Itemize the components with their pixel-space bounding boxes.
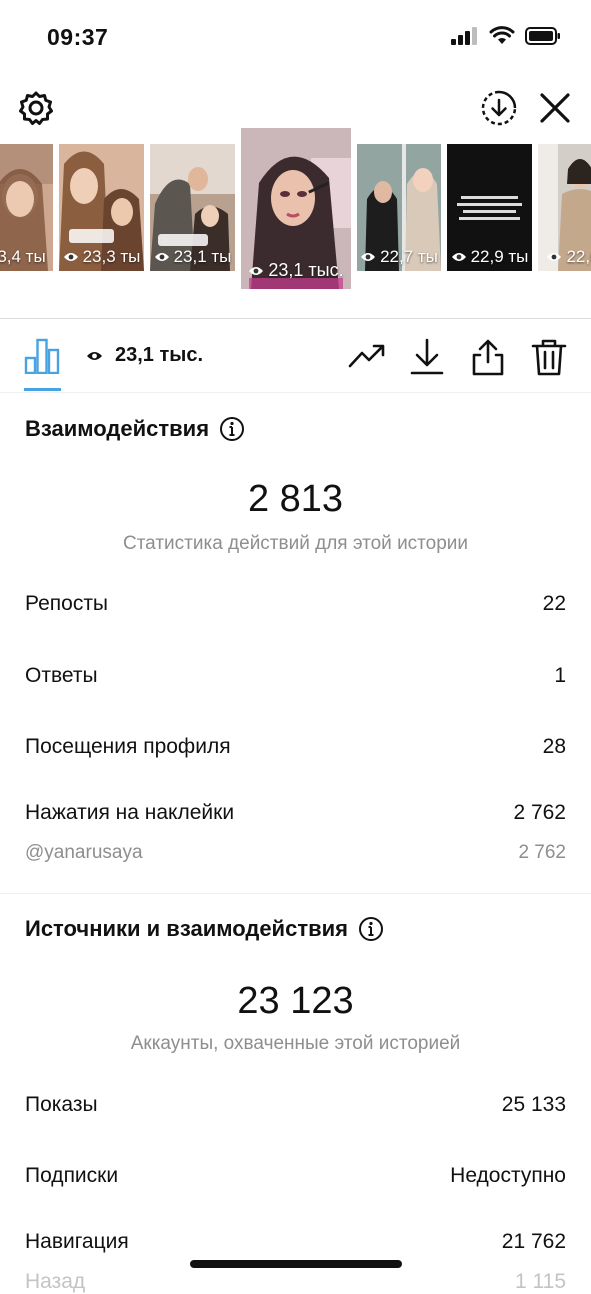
metric-label: Репосты xyxy=(25,592,109,615)
metric-row-profile-visits: Посещения профиля 28 xyxy=(25,735,566,759)
metric-value: 22 xyxy=(542,592,566,615)
story-thumbnails-strip[interactable]: 3,4 ты 23,3 ты 23,1 ты 23,1 тыс. 22,7 ты… xyxy=(0,128,591,318)
story-views: 23,3 ты xyxy=(59,247,144,267)
story-views-count: 23,1 тыс. xyxy=(268,260,344,280)
story-views-count: 3,4 ты xyxy=(0,247,46,266)
story-views: 22,6 xyxy=(538,247,591,267)
metric-row-reposts: Репосты 22 xyxy=(25,592,566,616)
selected-story-pointer xyxy=(286,304,314,318)
sticker-mention-value: 2 762 xyxy=(518,842,566,863)
divider xyxy=(0,392,591,393)
story-views: 22,7 ты xyxy=(357,247,441,267)
story-views: 23,1 ты xyxy=(150,247,235,267)
info-icon[interactable] xyxy=(358,916,384,942)
story-thumbnail[interactable]: 22,9 ты xyxy=(447,144,532,271)
cellular-signal-icon xyxy=(451,26,477,45)
story-thumbnail[interactable]: 23,3 ты xyxy=(59,144,144,271)
section-title-text: Взаимодействия xyxy=(25,416,210,441)
metric-value: 1 xyxy=(554,664,566,687)
story-thumbnail[interactable]: 23,1 ты xyxy=(150,144,235,271)
eye-icon xyxy=(361,253,376,261)
story-insights-header xyxy=(0,76,591,136)
metric-value: 1 115 xyxy=(515,1270,566,1293)
story-views-count: 22,6 xyxy=(566,247,591,266)
trash-icon[interactable] xyxy=(531,338,567,376)
battery-icon xyxy=(525,26,560,45)
metric-value: 2 762 xyxy=(513,801,566,824)
metric-value: Недоступно xyxy=(450,1164,566,1187)
story-views: 3,4 ты xyxy=(0,247,53,267)
status-bar: 09:37 xyxy=(0,0,591,76)
home-indicator[interactable] xyxy=(190,1260,402,1268)
story-thumbnail[interactable]: 22,7 ты xyxy=(357,144,441,271)
eye-icon xyxy=(154,253,169,261)
divider xyxy=(0,318,591,319)
close-icon[interactable] xyxy=(537,90,573,126)
eye-icon xyxy=(249,266,264,275)
metric-label: Нажатия на наклейки xyxy=(25,801,235,824)
story-views: 23,1 тыс. xyxy=(241,260,351,281)
metric-label: Назад xyxy=(25,1270,86,1293)
story-views-summary: 23,1 тыс. xyxy=(86,344,203,367)
metric-label: Ответы xyxy=(25,664,98,687)
story-thumbnail[interactable]: 22,6 xyxy=(538,144,591,271)
metric-row-sticker-mention[interactable]: @yanarusaya 2 762 xyxy=(25,842,566,864)
eye-icon xyxy=(451,253,466,261)
download-circle-icon[interactable] xyxy=(480,89,518,127)
metric-label: Навигация xyxy=(25,1230,129,1253)
story-views-count: 22,9 ты xyxy=(470,247,529,266)
story-thumbnail-selected[interactable]: 23,1 тыс. xyxy=(241,128,351,289)
metric-row-impressions: Показы 25 133 xyxy=(25,1093,566,1117)
discovery-section-title: Источники и взаимодействия xyxy=(25,916,384,942)
eye-icon xyxy=(547,253,562,261)
metric-value: 21 762 xyxy=(501,1230,566,1253)
interactions-total: 2 813 xyxy=(247,478,344,520)
share-icon[interactable] xyxy=(470,338,506,376)
metric-row-sticker-taps: Нажатия на наклейки 2 762 xyxy=(25,801,566,825)
metric-row-replies: Ответы 1 xyxy=(25,664,566,688)
views-count: 23,1 тыс. xyxy=(115,344,204,366)
metric-label: Подписки xyxy=(25,1164,119,1187)
accounts-reached-total: 23 123 xyxy=(237,980,354,1022)
story-views-count: 22,7 ты xyxy=(380,247,438,266)
metric-label: Посещения профиля xyxy=(25,735,231,758)
metric-label: Показы xyxy=(25,1093,98,1116)
bar-chart-icon[interactable] xyxy=(24,338,60,374)
metric-value: 25 133 xyxy=(501,1093,566,1116)
interactions-total-caption: Статистика действий для этой истории xyxy=(122,533,469,554)
story-views-count: 23,3 ты xyxy=(82,247,141,266)
accounts-reached-caption: Аккаунты, охваченные этой историей xyxy=(130,1033,461,1054)
wifi-icon xyxy=(489,26,515,44)
insights-toolbar: 23,1 тыс. xyxy=(0,320,591,392)
metric-value: 28 xyxy=(542,735,566,758)
metric-row-back-cut-off: Назад 1 115 xyxy=(25,1270,566,1294)
story-views: 22,9 ты xyxy=(447,247,532,267)
download-icon[interactable] xyxy=(409,338,445,376)
status-time: 09:37 xyxy=(47,24,109,50)
metric-row-navigation: Навигация 21 762 xyxy=(25,1230,566,1254)
active-tab-indicator xyxy=(24,388,61,391)
metric-row-follows: Подписки Недоступно xyxy=(25,1164,566,1188)
status-icons xyxy=(451,26,561,45)
info-icon[interactable] xyxy=(219,416,245,442)
section-title-text: Источники и взаимодействия xyxy=(25,916,348,941)
eye-icon xyxy=(87,351,102,360)
divider xyxy=(0,893,591,894)
trending-up-icon[interactable] xyxy=(348,338,386,374)
story-views-count: 23,1 ты xyxy=(173,247,232,266)
interactions-section-title: Взаимодействия xyxy=(25,416,245,442)
story-thumbnail[interactable]: 3,4 ты xyxy=(0,144,53,271)
settings-gear-icon[interactable] xyxy=(18,90,54,126)
sticker-mention-label[interactable]: @yanarusaya xyxy=(25,842,143,864)
eye-icon xyxy=(63,253,78,261)
